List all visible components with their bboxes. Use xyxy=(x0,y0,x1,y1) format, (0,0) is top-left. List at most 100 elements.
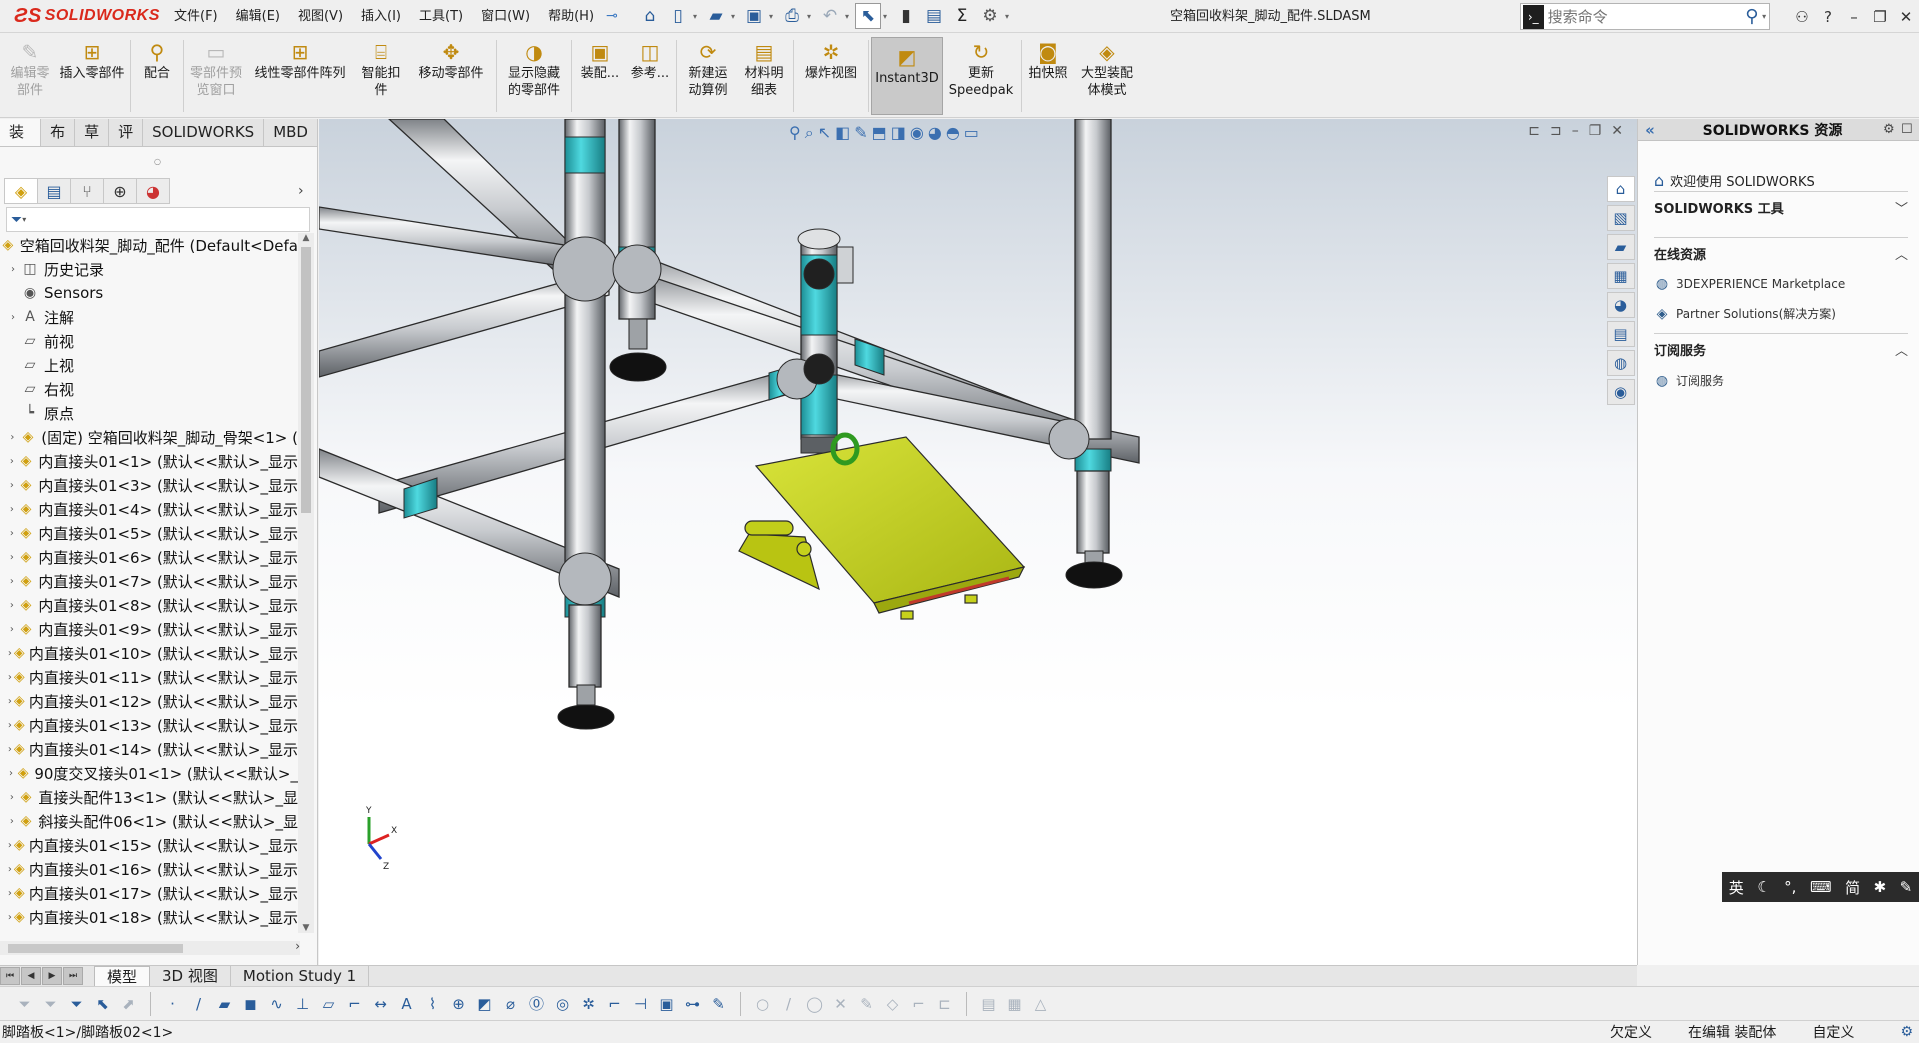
display-manager-tab-icon[interactable]: ◕ xyxy=(136,178,170,204)
tree-scroll-thumb[interactable] xyxy=(301,247,311,513)
tree-item[interactable]: ▱ 右视 xyxy=(0,377,298,401)
tolerance-icon[interactable]: ⌀ xyxy=(500,993,521,1015)
line-icon[interactable]: / xyxy=(188,993,209,1015)
tab-motion-study[interactable]: Motion Study 1 xyxy=(231,966,370,986)
triangle-icon[interactable]: △ xyxy=(1030,993,1051,1015)
next-tab-icon[interactable]: ▶ xyxy=(42,967,62,985)
ribbon-instant3d-button[interactable]: ◩ Instant3D xyxy=(871,37,943,115)
ime-skin-icon[interactable]: ✱ xyxy=(1874,878,1887,896)
expand-arrow-icon[interactable]: › xyxy=(6,528,18,539)
ribbon-insert-components-button[interactable]: ⊞ 插入零部件 xyxy=(56,33,128,118)
scroll-up-icon[interactable]: ▲ xyxy=(298,233,314,243)
diamond-icon[interactable]: ◇ xyxy=(882,993,903,1015)
ribbon-snapshot-button[interactable]: ◙ 拍快照 xyxy=(1024,33,1072,118)
menu-view[interactable]: 视图(V) xyxy=(289,0,352,33)
connection-icon[interactable]: ⊶ xyxy=(682,993,703,1015)
section-view-icon[interactable]: ◧ xyxy=(835,123,850,143)
ime-simplified-toggle[interactable]: 简 xyxy=(1845,877,1860,898)
menu-edit[interactable]: 编辑(E) xyxy=(227,0,289,33)
filter-icon[interactable]: ⏷ xyxy=(14,993,35,1015)
circle-icon[interactable]: ○ xyxy=(752,993,773,1015)
face-icon[interactable]: ▰ xyxy=(214,993,235,1015)
ime-language-toggle[interactable]: 英 xyxy=(1729,877,1744,898)
tree-root[interactable]: ◈ 空箱回收料架_脚动_配件 (Default<Defa xyxy=(0,233,298,257)
view-settings-icon[interactable]: ▭ xyxy=(964,123,979,143)
ime-keyboard-icon[interactable]: ⌨ xyxy=(1810,878,1832,896)
ime-punctuation-icon[interactable]: °, xyxy=(1784,878,1796,896)
plane-filter-icon[interactable]: ▱ xyxy=(318,993,339,1015)
pin-menu-icon[interactable]: ⊸ xyxy=(603,8,621,24)
dimension-icon[interactable]: ↔ xyxy=(370,993,391,1015)
tree-item[interactable]: › ◈ 斜接头配件06<1> (默认<<默认>_显 xyxy=(0,809,298,833)
tree-item[interactable]: › ◈ 内直接头01<12> (默认<<默认>_显示 xyxy=(0,689,298,713)
dimxpert-manager-tab-icon[interactable]: ⊕ xyxy=(103,178,137,204)
sum-icon[interactable]: Σ xyxy=(949,3,975,29)
grid-icon[interactable]: ▦ xyxy=(1004,993,1025,1015)
prev-tab-icon[interactable]: ◀ xyxy=(21,967,41,985)
resource-link[interactable]: ◍ 3DEXPERIENCE Marketplace xyxy=(1654,276,1908,292)
ribbon-mate-button[interactable]: ⚲ 配合 xyxy=(133,33,181,118)
tree-item[interactable]: › ◈ 内直接头01<7> (默认<<默认>_显示 xyxy=(0,569,298,593)
expand-arrow-icon[interactable]: › xyxy=(6,456,18,467)
ribbon-speedpak-button[interactable]: ↻ 更新 Speedpak xyxy=(943,33,1019,118)
tree-vertical-scrollbar[interactable]: ▲ ▼ xyxy=(298,233,314,933)
tree-item[interactable]: › A 注解 xyxy=(0,305,298,329)
resource-link[interactable]: ◍ 订阅服务 xyxy=(1654,372,1908,389)
tree-item[interactable]: › ◈ (固定) 空箱回收料架_脚动_骨架<1> ( xyxy=(0,425,298,449)
tree-item[interactable]: › ◈ 90度交叉接头01<1> (默认<<默认>_ xyxy=(0,761,298,785)
save-icon[interactable]: ▣ xyxy=(741,3,767,29)
viewport-restore-icon[interactable]: ❐ xyxy=(1589,123,1602,139)
tree-item[interactable]: ›◈内直接头01<19> (默认<<默认>_显示 xyxy=(0,929,298,934)
expand-arrow-icon[interactable]: › xyxy=(6,768,16,779)
graphics-area[interactable]: Y X Z ⚲ ⌕ ↖ ◧ ✎ ⬒ ◨ ◉ ◕ ◓ ▭ ⊏ ⊐ – ❐ ✕ xyxy=(319,119,1637,965)
assembly-3d-model[interactable]: Y X Z xyxy=(319,119,1637,965)
resource-link[interactable]: ◈ Partner Solutions(解决方案) xyxy=(1654,305,1908,322)
tree-filter[interactable]: ⏷ ▾ xyxy=(6,207,310,232)
ime-moon-icon[interactable]: ☾ xyxy=(1757,878,1770,896)
filter-vertex-icon[interactable]: ⏷ xyxy=(66,993,87,1015)
expand-arrow-icon[interactable]: › xyxy=(6,816,18,827)
tree-item[interactable]: ◉ Sensors xyxy=(0,281,298,305)
search-input[interactable] xyxy=(1547,7,1742,26)
section-header[interactable]: SOLIDWORKS 工具 ﹀ xyxy=(1654,198,1908,217)
tab-layout[interactable]: 布局 xyxy=(41,119,76,168)
ribbon-new-motion-study-button[interactable]: ⟳ 新建运 动算例 xyxy=(679,33,737,118)
hole-icon[interactable]: ◎ xyxy=(552,993,573,1015)
tree-item[interactable]: › ◈ 内直接头01<18> (默认<<默认>_显示 xyxy=(0,905,298,929)
last-tab-icon[interactable]: ⏭ xyxy=(63,967,83,985)
menu-file[interactable]: 文件(F) xyxy=(165,0,227,33)
tree-item[interactable]: › ◈ 内直接头01<6> (默认<<默认>_显示 xyxy=(0,545,298,569)
display-style-icon[interactable]: ◨ xyxy=(891,123,906,143)
body-icon[interactable]: ◼ xyxy=(240,993,261,1015)
chevron-up-icon[interactable]: ︿ xyxy=(1895,244,1908,263)
tab-evaluate[interactable]: 评估 xyxy=(109,119,144,168)
tree-item[interactable]: › ◈ 内直接头01<11> (默认<<默认>_显示 xyxy=(0,665,298,689)
undo-icon[interactable]: ↶ xyxy=(817,3,843,29)
collapse-pane-icon[interactable]: « xyxy=(1638,121,1662,139)
solidworks-logo[interactable]: ƧS SOLIDWORKS xyxy=(0,0,165,33)
expand-arrow-icon[interactable]: › xyxy=(6,264,20,275)
edit-appearance-icon[interactable]: ◕ xyxy=(928,123,942,143)
scroll-down-icon[interactable]: ▼ xyxy=(298,923,314,933)
search-icon[interactable]: ⚲ xyxy=(1742,6,1763,27)
expand-arrow-icon[interactable]: › xyxy=(6,480,18,491)
tab-addins[interactable]: SOLIDWORKS 插件 xyxy=(143,119,265,168)
scroll-right-icon[interactable]: › xyxy=(295,939,300,953)
ribbon-large-assembly-button[interactable]: ◈ 大型装配 体模式 xyxy=(1072,33,1142,118)
tab-assembly[interactable]: 装配体 xyxy=(0,119,42,195)
expand-arrow-icon[interactable]: › xyxy=(6,672,14,683)
tree-item[interactable]: › ◈ 内直接头01<4> (默认<<默认>_显示 xyxy=(0,497,298,521)
slash-icon[interactable]: / xyxy=(778,993,799,1015)
user-icon[interactable]: ⚇ xyxy=(1789,8,1815,26)
select-arrow-icon[interactable]: ⬉ xyxy=(92,993,113,1015)
tree-item[interactable]: › ◈ 内直接头01<15> (默认<<默认>_显示 xyxy=(0,833,298,857)
ribbon-move-component-button[interactable]: ✥ 移动零部件 xyxy=(408,33,494,118)
configuration-manager-tab-icon[interactable]: ⑂ xyxy=(70,178,104,204)
tree-item[interactable]: › ◈ 内直接头01<13> (默认<<默认>_显示 xyxy=(0,713,298,737)
curve-icon[interactable]: ∿ xyxy=(266,993,287,1015)
tab-mbd[interactable]: MBD xyxy=(264,119,318,146)
close-icon[interactable]: ✕ xyxy=(1893,8,1919,26)
expand-arrow-icon[interactable]: › xyxy=(6,576,18,587)
expand-arrow-icon[interactable]: › xyxy=(6,504,18,515)
expand-arrow-icon[interactable]: › xyxy=(6,432,19,443)
